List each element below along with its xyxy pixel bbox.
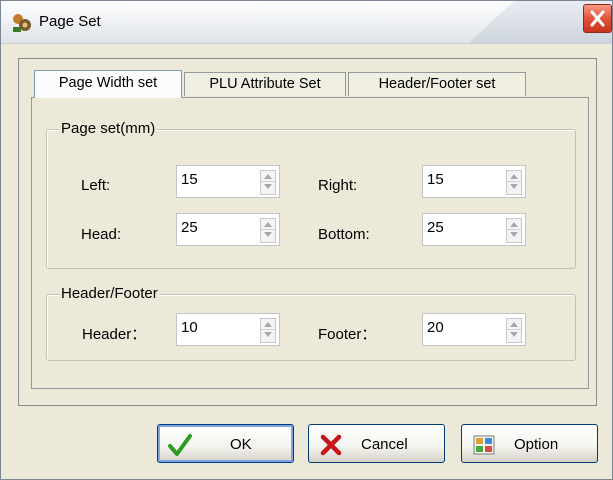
spin-down-icon[interactable] <box>510 184 518 189</box>
right-value: 15 <box>427 171 444 188</box>
spin-divider <box>261 229 275 230</box>
head-spinner[interactable]: 25 <box>176 213 280 246</box>
spin-down-icon[interactable] <box>264 332 272 337</box>
bottom-label: Bottom: <box>318 226 370 243</box>
header-value: 10 <box>181 319 198 336</box>
tab-header-footer-set[interactable]: Header/Footer set <box>348 72 526 96</box>
head-spin-arrows[interactable] <box>260 218 276 243</box>
ok-button[interactable]: OK <box>157 424 294 463</box>
cancel-button[interactable]: Cancel <box>308 424 445 463</box>
checkmark-icon <box>168 434 192 456</box>
ok-label: OK <box>230 436 252 453</box>
spin-up-icon[interactable] <box>264 174 272 179</box>
bottom-value: 25 <box>427 219 444 236</box>
spin-divider <box>261 329 275 330</box>
option-image-icon <box>473 435 495 455</box>
tab-page-width-set-label: Page Width set <box>58 75 158 91</box>
option-label: Option <box>514 436 559 453</box>
spin-up-icon[interactable] <box>510 174 518 179</box>
tab-content: Page set(mm) Left: 15 Right: 15 Head: 25 <box>31 97 589 389</box>
header-spinner[interactable]: 10 <box>176 313 280 346</box>
bottom-spin-arrows[interactable] <box>506 218 522 243</box>
x-icon <box>320 434 342 456</box>
head-label: Head: <box>81 226 122 243</box>
spin-divider <box>261 181 275 182</box>
spin-up-icon[interactable] <box>264 322 272 327</box>
settings-app-icon <box>13 14 31 32</box>
spin-divider <box>507 181 521 182</box>
left-spin-arrows[interactable] <box>260 170 276 195</box>
footer-label: Footer： <box>318 326 377 343</box>
spin-divider <box>507 329 521 330</box>
tab-plu-attribute-set[interactable]: PLU Attribute Set <box>184 72 346 96</box>
right-label: Right: <box>318 177 358 194</box>
right-spinner[interactable]: 15 <box>422 165 526 198</box>
left-label: Left: <box>81 177 111 194</box>
bottom-spinner[interactable]: 25 <box>422 213 526 246</box>
header-footer-legend: Header/Footer <box>59 285 160 302</box>
spin-divider <box>507 229 521 230</box>
option-button[interactable]: Option <box>461 424 598 463</box>
spin-down-icon[interactable] <box>510 232 518 237</box>
head-value: 25 <box>181 219 198 236</box>
left-spinner[interactable]: 15 <box>176 165 280 198</box>
close-icon <box>590 10 605 27</box>
tab-plu-attribute-set-label: PLU Attribute Set <box>209 76 321 92</box>
footer-spinner[interactable]: 20 <box>422 313 526 346</box>
spin-up-icon[interactable] <box>510 322 518 327</box>
footer-value: 20 <box>427 319 444 336</box>
close-button[interactable] <box>583 4 612 33</box>
right-spin-arrows[interactable] <box>506 170 522 195</box>
header-spin-arrows[interactable] <box>260 318 276 343</box>
page-set-group: Page set(mm) <box>46 120 576 269</box>
spin-down-icon[interactable] <box>510 332 518 337</box>
page-set-dialog: Page Set Page Width set PLU Attribute Se… <box>0 0 613 480</box>
spin-down-icon[interactable] <box>264 184 272 189</box>
window-title: Page Set <box>39 13 101 30</box>
left-value: 15 <box>181 171 198 188</box>
tab-header-footer-set-label: Header/Footer set <box>378 76 496 92</box>
spin-up-icon[interactable] <box>510 222 518 227</box>
tab-page-width-set[interactable]: Page Width set <box>34 70 182 98</box>
header-label: Header： <box>82 326 147 343</box>
cancel-label: Cancel <box>361 436 408 453</box>
title-bar[interactable]: Page Set <box>1 1 612 44</box>
spin-up-icon[interactable] <box>264 222 272 227</box>
footer-spin-arrows[interactable] <box>506 318 522 343</box>
page-set-legend: Page set(mm) <box>59 120 158 137</box>
spin-down-icon[interactable] <box>264 232 272 237</box>
